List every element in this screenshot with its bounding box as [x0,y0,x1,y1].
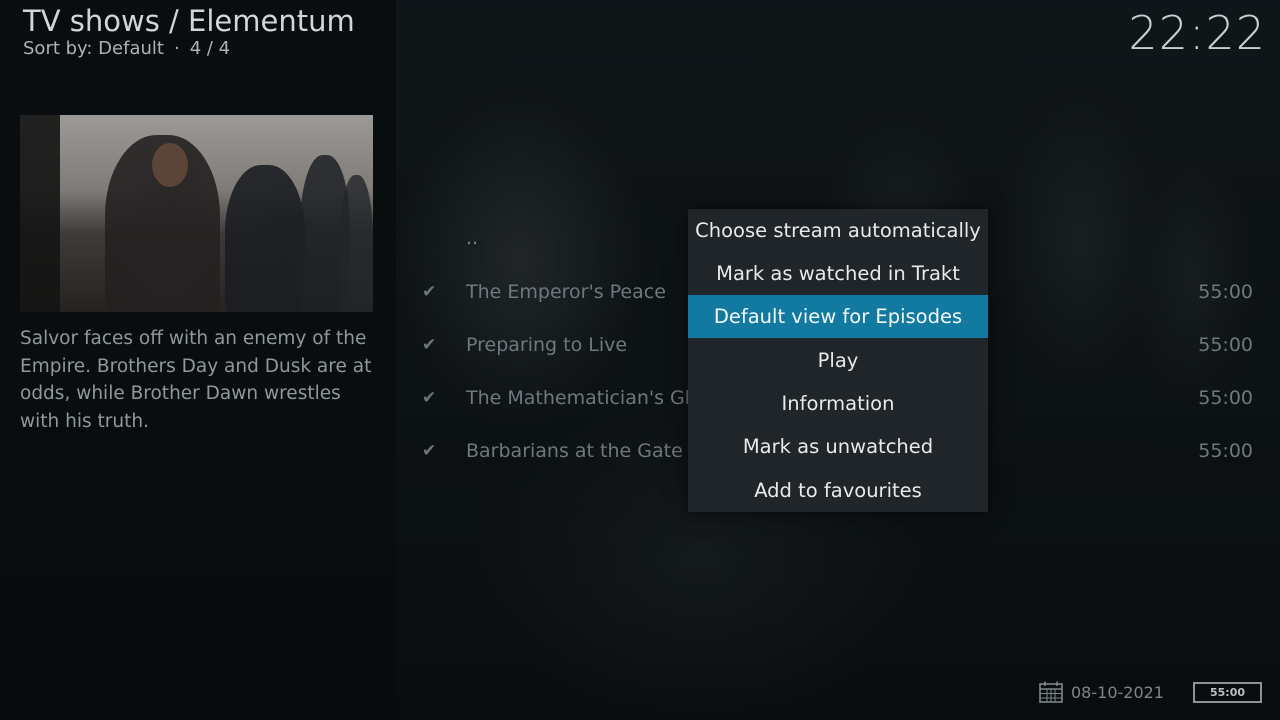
check-icon: ✔ [422,282,437,302]
aired-date: 08-10-2021 [1071,683,1164,702]
check-icon: ✔ [422,441,437,461]
episode-duration: 55:00 [1198,281,1253,303]
menu-item-choose-stream[interactable]: Choose stream automatically [688,209,988,252]
check-icon: ✔ [422,388,437,408]
separator-dot: · [173,38,180,59]
menu-item-play[interactable]: Play [688,339,988,382]
episode-duration: 55:00 [1198,440,1253,462]
duration-badge: 55:00 [1193,682,1262,703]
episode-title: Preparing to Live [466,334,628,356]
plot-text: Salvor faces off with an enemy of the Em… [20,328,372,432]
clock: 22:22 [1128,6,1266,60]
menu-item-add-favourites[interactable]: Add to favourites [688,469,988,512]
episode-title: Barbarians at the Gate [466,440,683,462]
menu-item-default-view[interactable]: Default view for Episodes [688,295,988,338]
episode-duration: 55:00 [1198,387,1253,409]
episode-thumbnail [20,115,373,312]
item-count: 4 / 4 [189,38,231,59]
menu-item-mark-watched-trakt[interactable]: Mark as watched in Trakt [688,252,988,295]
episode-title: The Emperor's Peace [466,281,666,303]
episode-title: The Mathematician's Ghost [466,387,726,409]
episode-duration: 55:00 [1198,334,1253,356]
check-icon: ✔ [422,335,437,355]
sort-label: Sort by: Default [23,38,164,59]
sort-info[interactable]: Sort by: Default · 4 / 4 [23,38,230,59]
list-item-parent[interactable]: .. [466,227,478,249]
calendar-icon [1039,681,1063,703]
page-title: TV shows / Elementum [23,4,355,38]
context-menu: Choose stream automatically Mark as watc… [688,209,988,512]
menu-item-mark-unwatched[interactable]: Mark as unwatched [688,425,988,468]
menu-item-information[interactable]: Information [688,382,988,425]
